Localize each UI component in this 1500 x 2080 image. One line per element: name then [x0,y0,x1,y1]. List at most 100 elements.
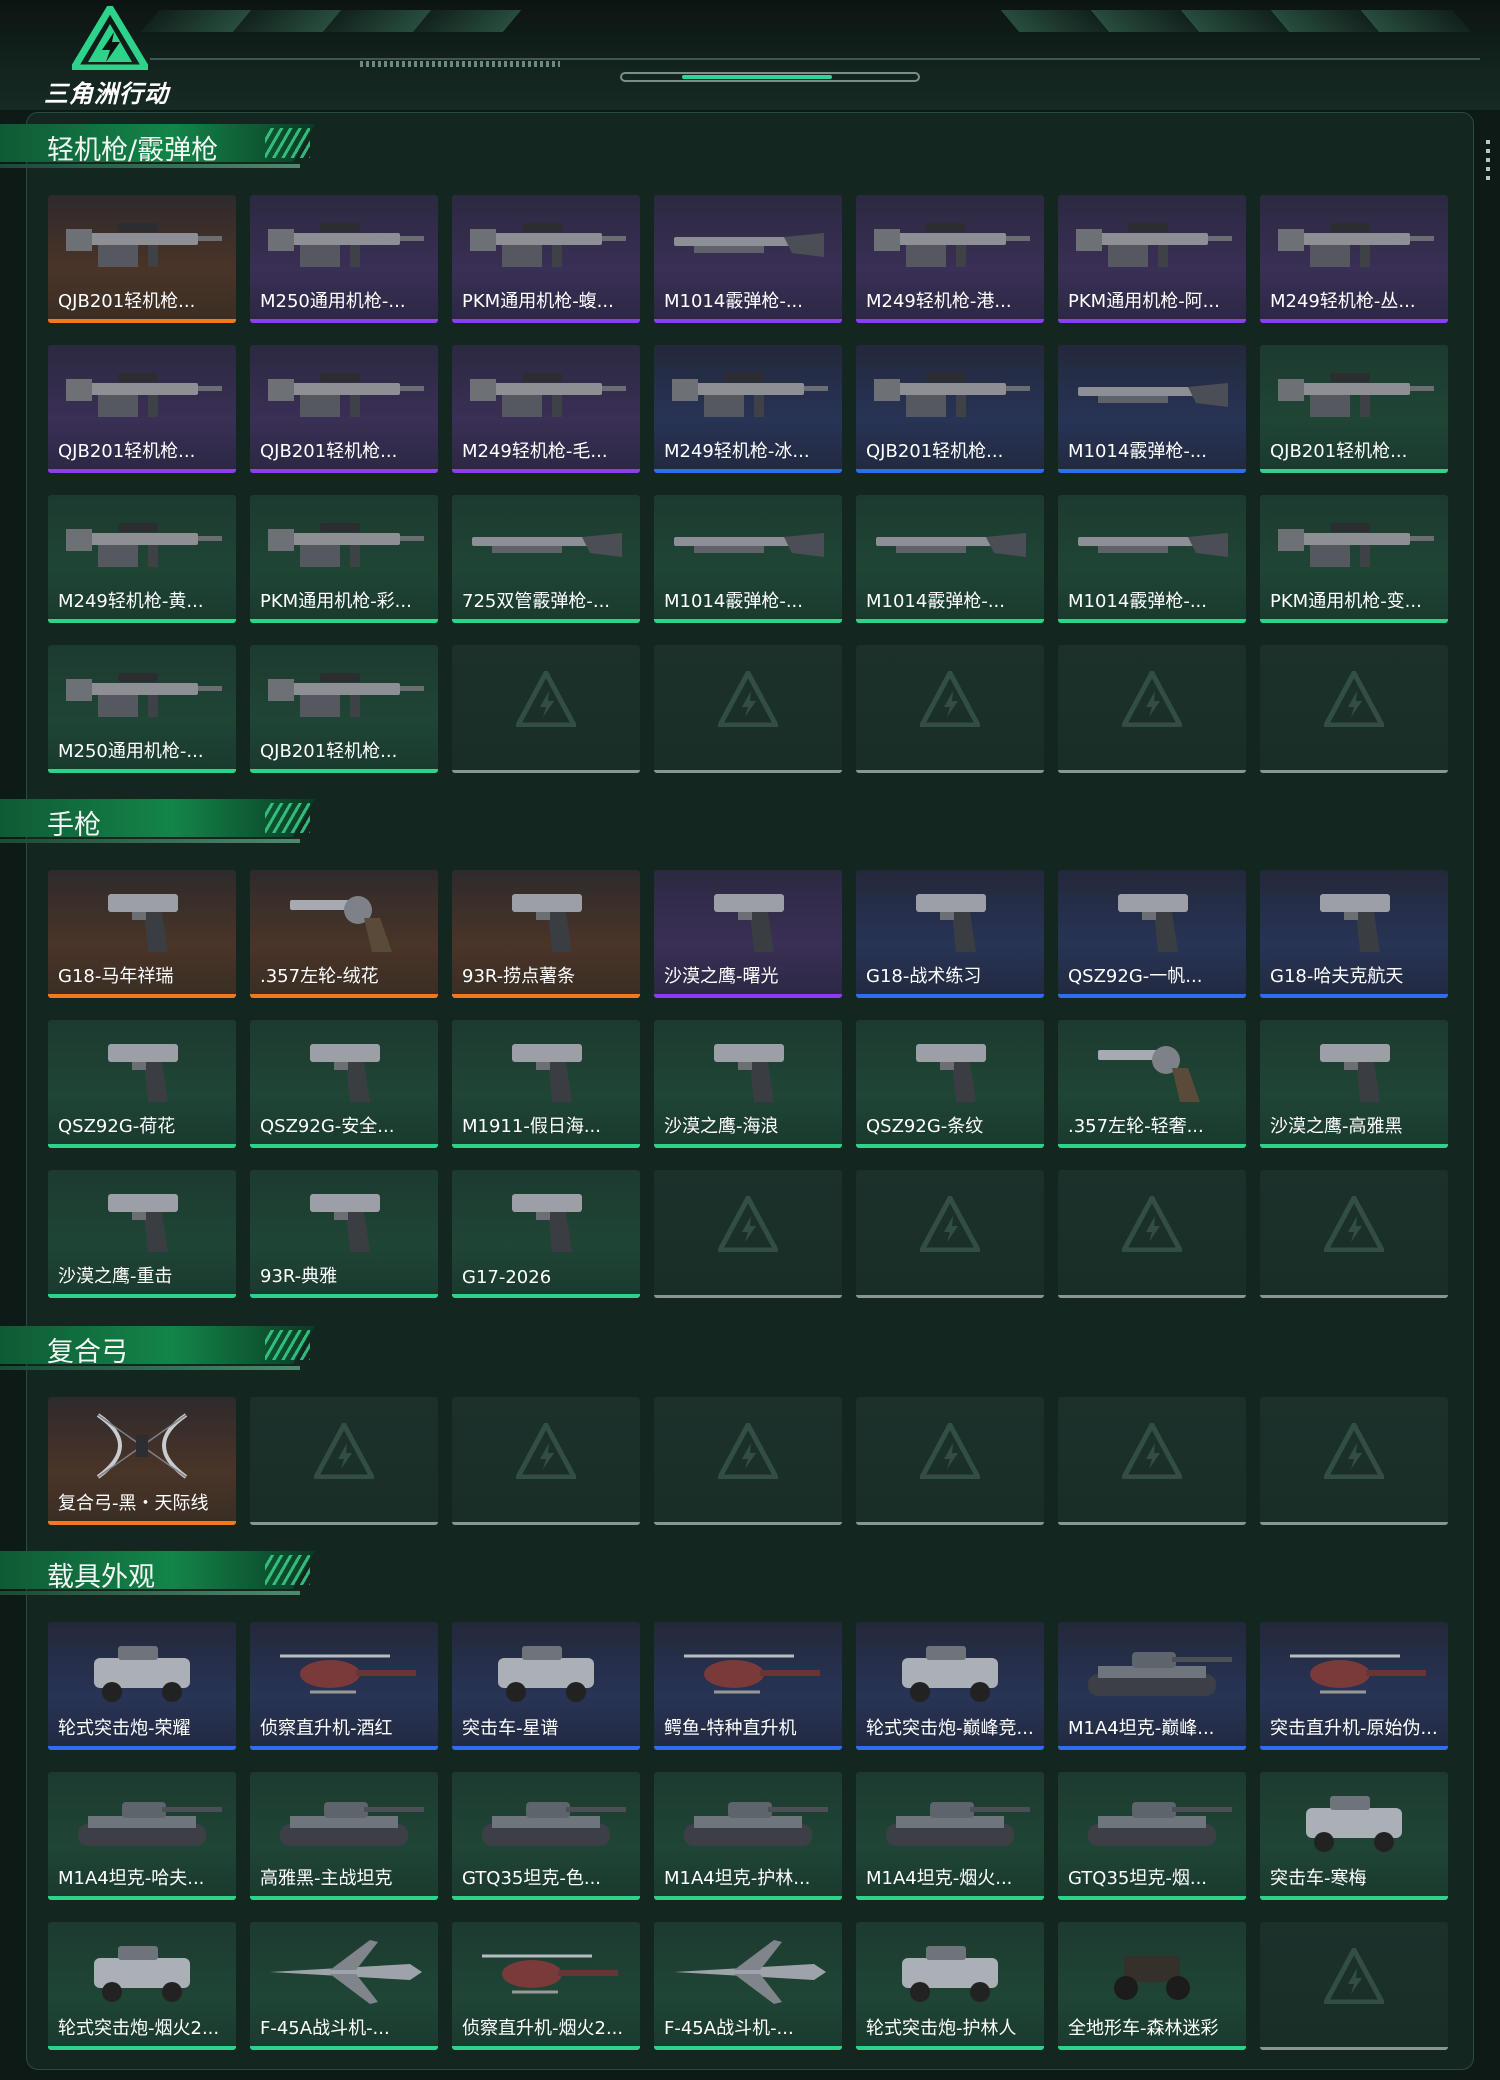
skin-card[interactable]: 侦察直升机-烟火2... [452,1922,640,2050]
skin-card[interactable]: 轮式突击炮-巅峰竞... [856,1622,1044,1750]
skin-name: QJB201轻机枪... [58,291,196,312]
skin-card[interactable]: QJB201轻机枪... [48,195,236,323]
skin-card[interactable]: 复合弓-黑・天际线 [48,1397,236,1525]
skin-card[interactable]: F-45A战斗机-... [654,1922,842,2050]
skin-card[interactable]: M1014霰弹枪-... [1058,495,1246,623]
skin-card[interactable]: G18-马年祥瑞 [48,870,236,998]
skin-name: M1A4坦克-巅峰... [1068,1718,1215,1739]
shotgun-icon [1078,383,1228,407]
banner-stripe [1360,10,1472,32]
skin-card[interactable]: 突击直升机-原始伪... [1260,1622,1448,1750]
skin-name: QJB201轻机枪... [1270,441,1408,462]
skin-card[interactable]: QSZ92G-安全... [250,1020,438,1148]
shotgun-icon [876,533,1026,557]
skin-card[interactable]: .357左轮-轻奢... [1058,1020,1246,1148]
skin-card[interactable]: 725双管霰弹枪-... [452,495,640,623]
skin-card[interactable]: QSZ92G-荷花 [48,1020,236,1148]
shotgun-icon [472,533,622,557]
skin-card[interactable]: 沙漠之鹰-曙光 [654,870,842,998]
rifle-icon [1278,523,1434,567]
skin-card[interactable]: M1014霰弹枪-... [654,195,842,323]
skin-card[interactable]: M249轻机枪-丛... [1260,195,1448,323]
skin-card[interactable]: PKM通用机枪-阿... [1058,195,1246,323]
skin-name: 侦察直升机-烟火2... [462,2018,624,2039]
pistol-icon [108,894,178,952]
skin-card[interactable]: 93R-捞点薯条 [452,870,640,998]
pistol-icon [916,1044,986,1102]
skin-name: 全地形车-森林迷彩 [1068,2018,1219,2039]
delta-watermark-icon [1324,671,1384,727]
skin-card[interactable]: M249轻机枪-黄... [48,495,236,623]
skin-name: 沙漠之鹰-重击 [58,1266,173,1287]
skin-card[interactable]: 鳄鱼-特种直升机 [654,1622,842,1750]
skin-card[interactable]: M249轻机枪-毛... [452,345,640,473]
skin-card[interactable]: M1911-假日海... [452,1020,640,1148]
skin-card[interactable]: QJB201轻机枪... [250,645,438,773]
section-header: 复合弓 [0,1322,330,1374]
skin-card[interactable]: 沙漠之鹰-海浪 [654,1020,842,1148]
skin-name: PKM通用机枪-蝮... [462,291,614,312]
skin-card[interactable]: M1A4坦克-哈夫... [48,1772,236,1900]
skin-card[interactable]: 沙漠之鹰-重击 [48,1170,236,1298]
skin-name: M1A4坦克-哈夫... [58,1868,205,1889]
skin-card[interactable]: 高雅黑-主战坦克 [250,1772,438,1900]
skin-card[interactable]: 轮式突击炮-烟火2... [48,1922,236,2050]
banner-hash-marks [360,61,560,67]
skin-name: 侦察直升机-酒红 [260,1718,393,1739]
skin-card[interactable]: GTQ35坦克-色... [452,1772,640,1900]
skin-card[interactable]: M1014霰弹枪-... [654,495,842,623]
section-header-slashes [265,1555,310,1585]
skin-name: M1014霰弹枪-... [866,591,1005,612]
skin-card[interactable]: 突击车-寒梅 [1260,1772,1448,1900]
skin-card[interactable]: 突击车-星谱 [452,1622,640,1750]
skin-card[interactable]: QJB201轻机枪... [856,345,1044,473]
skin-card[interactable]: PKM通用机枪-彩... [250,495,438,623]
skin-card[interactable]: G18-哈夫克航天 [1260,870,1448,998]
skin-card[interactable]: PKM通用机枪-变... [1260,495,1448,623]
helicopter-icon [482,1954,618,1994]
skin-card[interactable]: M1A4坦克-护林... [654,1772,842,1900]
delta-watermark-icon [1122,1196,1182,1252]
section-title: 复合弓 [47,1337,128,1368]
scroll-handle[interactable] [1486,140,1490,180]
skin-card[interactable]: M249轻机枪-冰... [654,345,842,473]
rifle-icon [1278,223,1434,267]
empty-slot [1260,1397,1448,1525]
skin-card[interactable]: 93R-典雅 [250,1170,438,1298]
section-title: 载具外观 [47,1562,155,1593]
delta-watermark-icon [516,1423,576,1479]
skin-card[interactable]: .357左轮-绒花 [250,870,438,998]
skin-card[interactable]: 全地形车-森林迷彩 [1058,1922,1246,2050]
skin-name: G18-战术练习 [866,966,982,987]
skin-card[interactable]: QSZ92G-一帆... [1058,870,1246,998]
skin-card[interactable]: GTQ35坦克-烟... [1058,1772,1246,1900]
skin-name: M1014霰弹枪-... [664,591,803,612]
armored-car-icon [498,1646,594,1702]
skin-name: M249轻机枪-港... [866,291,1012,312]
skin-card[interactable]: QJB201轻机枪... [1260,345,1448,473]
skin-card[interactable]: M1014霰弹枪-... [856,495,1044,623]
tank-icon [280,1802,424,1846]
skin-card[interactable]: 轮式突击炮-荣耀 [48,1622,236,1750]
skin-card[interactable]: M1A4坦克-烟火... [856,1772,1044,1900]
skin-card[interactable]: M249轻机枪-港... [856,195,1044,323]
skin-card[interactable]: PKM通用机枪-蝮... [452,195,640,323]
skin-card[interactable]: M1014霰弹枪-... [1058,345,1246,473]
skin-card[interactable]: F-45A战斗机-... [250,1922,438,2050]
skin-card[interactable]: 沙漠之鹰-高雅黑 [1260,1020,1448,1148]
skin-card[interactable]: M250通用机枪-... [48,645,236,773]
skin-card[interactable]: M1A4坦克-巅峰... [1058,1622,1246,1750]
skin-card[interactable]: 侦察直升机-酒红 [250,1622,438,1750]
skin-card[interactable]: QJB201轻机枪... [250,345,438,473]
skin-card[interactable]: 轮式突击炮-护林人 [856,1922,1044,2050]
skin-name: QJB201轻机枪... [58,441,196,462]
skin-card[interactable]: G17-2026 [452,1170,640,1298]
rifle-icon [268,223,424,267]
skin-card[interactable]: QSZ92G-条纹 [856,1020,1044,1148]
skin-card[interactable]: QJB201轻机枪... [48,345,236,473]
empty-slot [1260,1170,1448,1298]
skin-card[interactable]: G18-战术练习 [856,870,1044,998]
skin-name: M1A4坦克-烟火... [866,1868,1013,1889]
skin-card[interactable]: M250通用机枪-... [250,195,438,323]
delta-watermark-icon [920,671,980,727]
